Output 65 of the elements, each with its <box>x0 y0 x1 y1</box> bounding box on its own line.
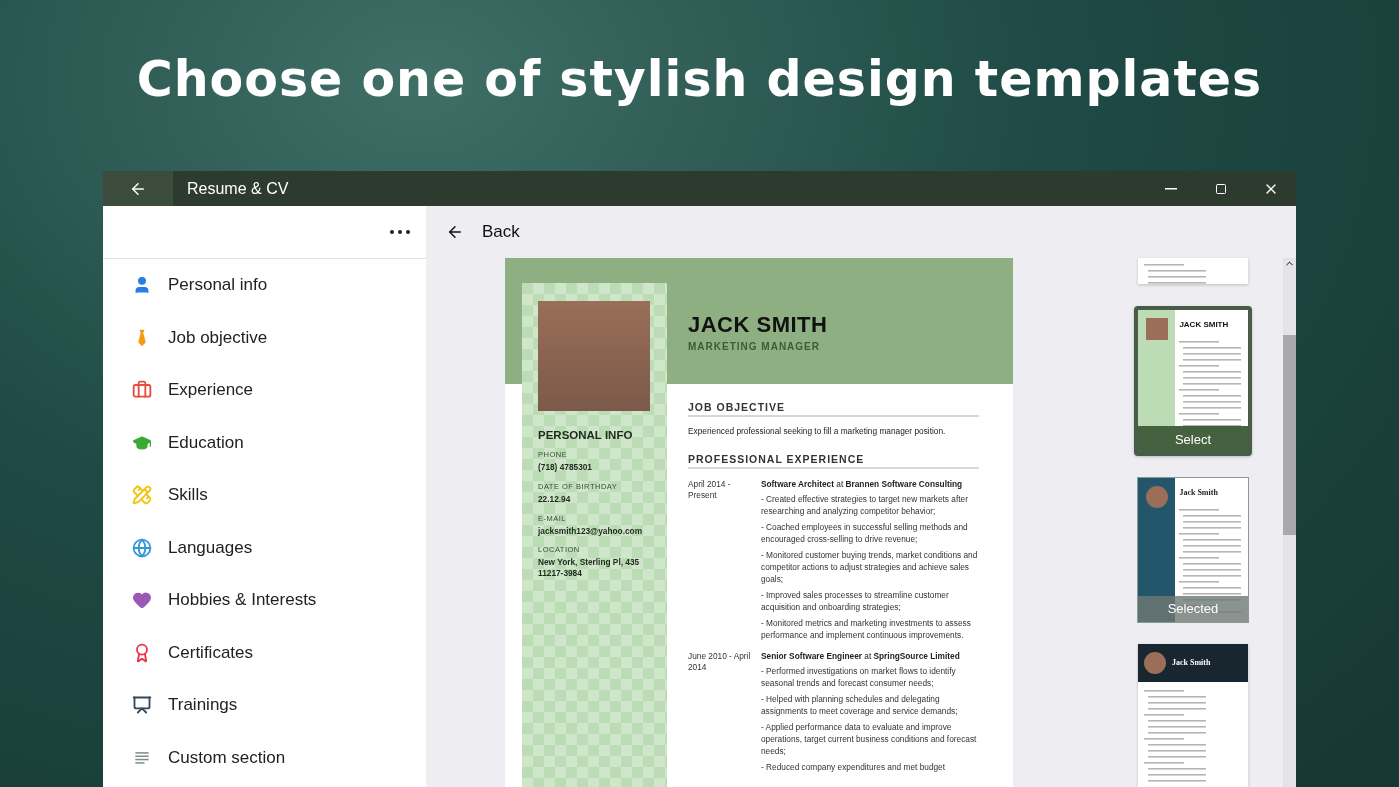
photo-placeholder <box>1145 317 1168 340</box>
job-bullet: - Helped with planning schedules and delegating assignments to meet coverage and service demands; <box>761 693 959 718</box>
field-value: 22.12.94 <box>538 493 572 505</box>
text-lines-drawing <box>1144 262 1208 284</box>
sidebar-item[interactable]: Skills <box>103 469 426 522</box>
job-bullet: - Improved sales processes to streamline customer acquisition and onboarding strategies; <box>761 589 950 614</box>
sidebar-item-label: Job objective <box>168 327 268 348</box>
job-role: Software Architect at Brannen Software Consulting <box>761 479 964 489</box>
maximize-icon <box>1215 182 1227 195</box>
job-bullet: - Applied performance data to evaluate and improve operations, target current business conditions and forecast needs; <box>761 721 978 758</box>
thumbnail-name: Jack Smith <box>1179 488 1219 498</box>
sidebar-item[interactable]: Education <box>103 416 426 469</box>
sidebar-item[interactable]: Trainings <box>103 679 426 732</box>
back-link[interactable]: Back <box>446 222 520 242</box>
job-role: Senior Software Engineer at SpringSource Limited <box>761 651 961 662</box>
job-bullet: - Monitored metrics and marketing investments to assess performance and implement continuous improvements. <box>761 617 972 642</box>
more-icon <box>390 230 410 234</box>
photo-placeholder <box>1144 651 1166 674</box>
sidebar-item-label: Languages <box>168 537 253 558</box>
sidebar-item[interactable]: Personal info <box>103 259 426 312</box>
minimize-icon <box>1165 187 1177 190</box>
headline: Choose one of stylish design templates <box>136 51 1263 110</box>
sidebar-item-label: Custom section <box>168 747 286 768</box>
job-bullet: - Performed investigations on market flows to identify seasonal trends and forecast consumer needs; <box>761 665 957 690</box>
job-bullet: - Reduced company expenditures and met budget <box>761 761 947 774</box>
window-title: Resume & CV <box>187 179 290 198</box>
job-dates: June 2010 - April 2014 <box>688 651 752 674</box>
sidebar-item[interactable]: Job objective <box>103 311 426 364</box>
thumbnail-overlay[interactable]: Select <box>1138 426 1248 453</box>
template-thumbnail[interactable]: Jack Smith Selected <box>1138 478 1248 622</box>
template-thumbnail[interactable]: Jack Smith <box>1138 643 1248 787</box>
sidebar-item[interactable]: Hobbies & Interests <box>103 574 426 627</box>
section-heading: JOB OBJECTIVE <box>688 401 979 417</box>
field-value: (718) 4785301 <box>538 462 593 473</box>
thumbnail-name: JACK SMITH <box>1179 319 1230 329</box>
sidebar-item[interactable]: Custom section <box>103 731 426 784</box>
template-thumbnail[interactable] <box>1138 258 1248 284</box>
field-value: jacksmith123@yahoo.com <box>538 525 643 537</box>
sidebar-item-label: Certificates <box>168 642 254 663</box>
resume-name: JACK SMITH <box>688 312 829 338</box>
template-thumbnail[interactable]: JACK SMITH Select <box>1134 305 1252 457</box>
job-bullet: - Created effective strategies to target new markets after researching and analyzing competitor behavior; <box>761 493 969 518</box>
back-button[interactable] <box>103 171 173 206</box>
sidebar-item-label: Education <box>168 432 244 453</box>
sidebar-item-label: Experience <box>168 380 254 401</box>
scrollbar[interactable] <box>1283 258 1296 787</box>
sidebar-item-label: Trainings <box>168 695 238 716</box>
scrollbar-thumb[interactable] <box>1283 335 1296 535</box>
job-bullet: - Monitored customer buying trends, market conditions and competitor actions to adjust strategies and achieve sales goals; <box>761 549 979 586</box>
objective-text: Experienced professional seeking to fill a marketing manager position. <box>688 426 947 436</box>
resume-job-title: MARKETING MANAGER <box>688 341 821 352</box>
sidebar-item-label: Hobbies & Interests <box>168 590 317 611</box>
job-bullet: - Coached employees in successful selling methods and encouraged cross-selling to drive revenue; <box>761 521 969 546</box>
section-heading: PROFESSIONAL EXPERIENCE <box>688 453 979 469</box>
sidebar-item-label: Personal info <box>168 275 268 296</box>
field-value: New York, Sterling Pl, 435 11217-3984 <box>538 557 641 579</box>
sidebar-item[interactable]: Experience <box>103 364 426 417</box>
section-heading: PERSONAL INFO <box>538 429 634 441</box>
sidebar-item[interactable]: Languages <box>103 521 426 574</box>
photo-placeholder <box>1145 486 1168 509</box>
thumbnail-name: Jack Smith <box>1172 658 1211 668</box>
sidebar-item-label: Skills <box>168 485 208 506</box>
more-button[interactable] <box>388 228 412 236</box>
sidebar-item[interactable]: Certificates <box>103 626 426 679</box>
job-dates: April 2014 - Present <box>688 479 732 502</box>
